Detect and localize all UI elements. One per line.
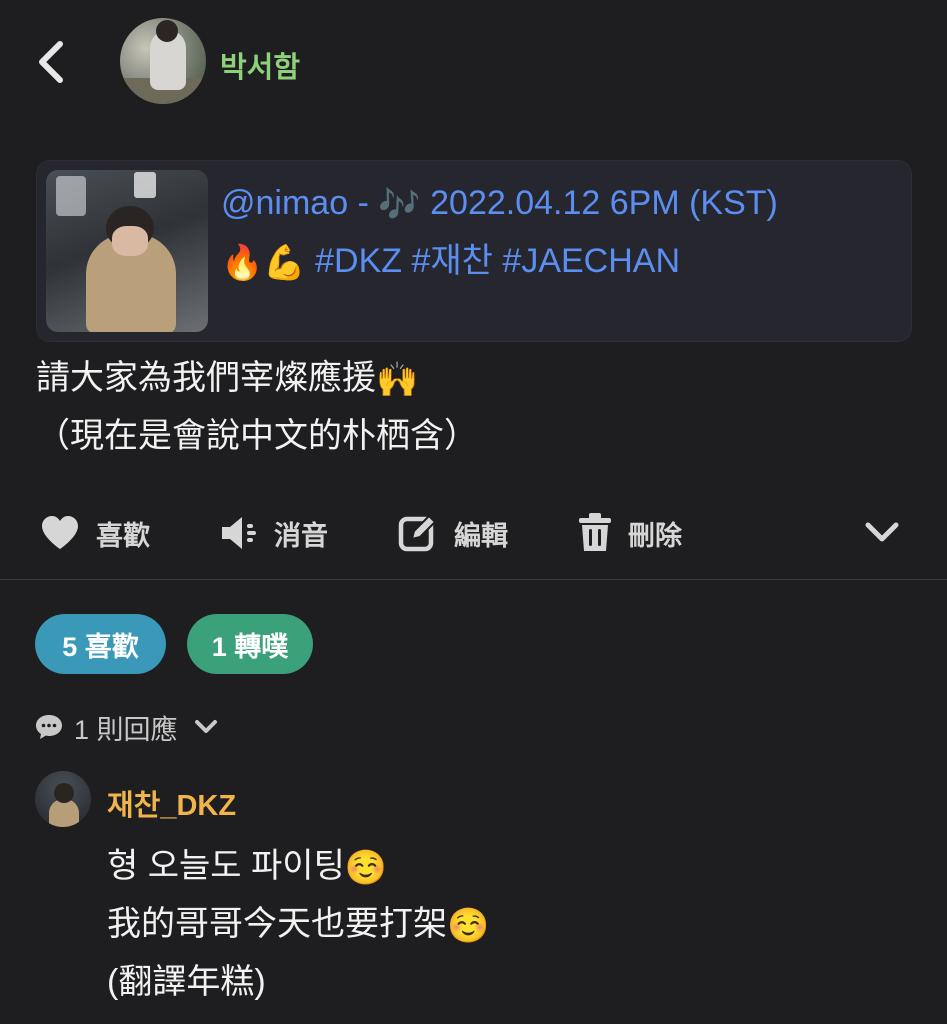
post-content: 請大家為我們宰燦應援🙌 （現在是會說中文的朴栖含） [36,350,916,464]
more-options-button[interactable] [862,515,902,551]
quoted-post-text[interactable]: @nimao - 🎶 2022.04.12 6PM (KST) 🔥💪 #DKZ … [221,175,901,291]
reply-line-1: 형 오늘도 파이팅☺️ [107,838,927,896]
reply-author-avatar[interactable] [35,771,91,827]
author-avatar[interactable] [120,18,206,104]
author-username[interactable]: 박서함 [220,44,300,86]
chevron-left-icon [39,41,63,83]
post-header: 박서함 [0,0,947,130]
hashtags[interactable]: #DKZ #재찬 #JAECHAN [306,242,680,280]
edit-label: 編輯 [454,520,508,551]
reblogs-count-pill[interactable]: 1 轉噗 [187,614,313,674]
likes-count-pill[interactable]: 5 喜歡 [35,614,166,674]
flexed-biceps-emoji: 💪 [263,244,306,283]
quoted-post-line-2: 🔥💪 #DKZ #재찬 #JAECHAN [221,233,901,291]
post-action-bar: 喜歡 消音 編輯 刪除 [0,505,947,561]
quoted-post-thumbnail[interactable] [46,170,208,332]
chevron-down-icon [194,720,217,733]
mute-label: 消音 [274,520,328,551]
like-label: 喜歡 [96,520,150,551]
reply-content: 형 오늘도 파이팅☺️ 我的哥哥今天也要打架☺️ (翻譯年糕) [107,838,927,1010]
heart-icon [42,516,78,549]
quoted-post-card[interactable]: @nimao - 🎶 2022.04.12 6PM (KST) 🔥💪 #DKZ … [36,160,912,342]
like-button[interactable]: 喜歡 [40,505,150,561]
delete-label: 刪除 [628,520,682,551]
reply-line-3: (翻譯年糕) [107,963,266,1002]
back-button[interactable] [30,38,74,86]
replies-count-label: 1 則回應 [74,714,178,745]
smiling-face-emoji: ☺️ [344,849,388,888]
reply-line-2: 我的哥哥今天也要打架☺️ [107,896,927,954]
post-line-1: 請大家為我們宰燦應援🙌 [36,350,916,408]
raising-hands-emoji: 🙌 [376,361,419,400]
mute-button[interactable]: 消音 [220,505,328,561]
musical-notes-emoji: 🎶 [378,186,421,225]
edit-button[interactable]: 編輯 [398,505,508,561]
smiling-face-emoji: ☺️ [447,907,490,946]
speaker-muted-icon [222,517,256,549]
reply-author-name[interactable]: 재찬_DKZ [107,782,236,824]
quoted-post-line-1: @nimao - 🎶 2022.04.12 6PM (KST) [221,175,901,233]
replies-toggle[interactable]: 1 則回應 [34,705,220,749]
chevron-down-icon [865,522,899,542]
delete-button[interactable]: 刪除 [578,505,682,561]
post-line-2: （現在是會說中文的朴栖含） [36,417,478,456]
trash-icon [579,513,611,551]
speech-bubble-icon [36,715,62,739]
fire-emoji: 🔥 [221,244,264,283]
divider [0,579,947,580]
edit-icon [398,514,437,552]
